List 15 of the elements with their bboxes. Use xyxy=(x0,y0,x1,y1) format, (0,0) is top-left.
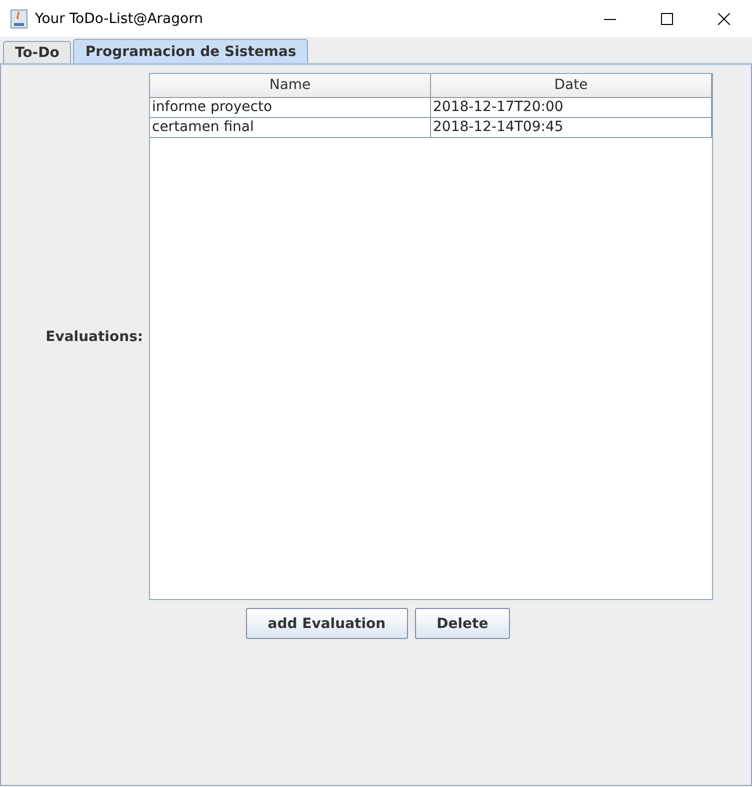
add-evaluation-button[interactable]: add Evaluation xyxy=(246,608,408,639)
table-cell[interactable]: 2018-12-17T20:00 xyxy=(431,98,712,118)
column-header[interactable]: Date xyxy=(431,74,712,98)
tab[interactable]: Programacion de Sistemas xyxy=(73,39,308,63)
table-cell[interactable]: informe proyecto xyxy=(150,98,431,118)
maximize-icon[interactable] xyxy=(660,12,672,24)
window-title: Your ToDo-List@Aragorn xyxy=(35,10,204,26)
app-icon xyxy=(10,8,28,28)
column-header[interactable]: Name xyxy=(150,74,431,98)
delete-button[interactable]: Delete xyxy=(414,608,510,639)
table-cell[interactable]: 2018-12-14T09:45 xyxy=(431,118,712,138)
close-icon[interactable] xyxy=(718,12,730,24)
tab[interactable]: To-Do xyxy=(3,41,72,63)
table-cell[interactable]: certamen final xyxy=(150,118,431,138)
evaluations-label: Evaluations: xyxy=(44,328,143,344)
